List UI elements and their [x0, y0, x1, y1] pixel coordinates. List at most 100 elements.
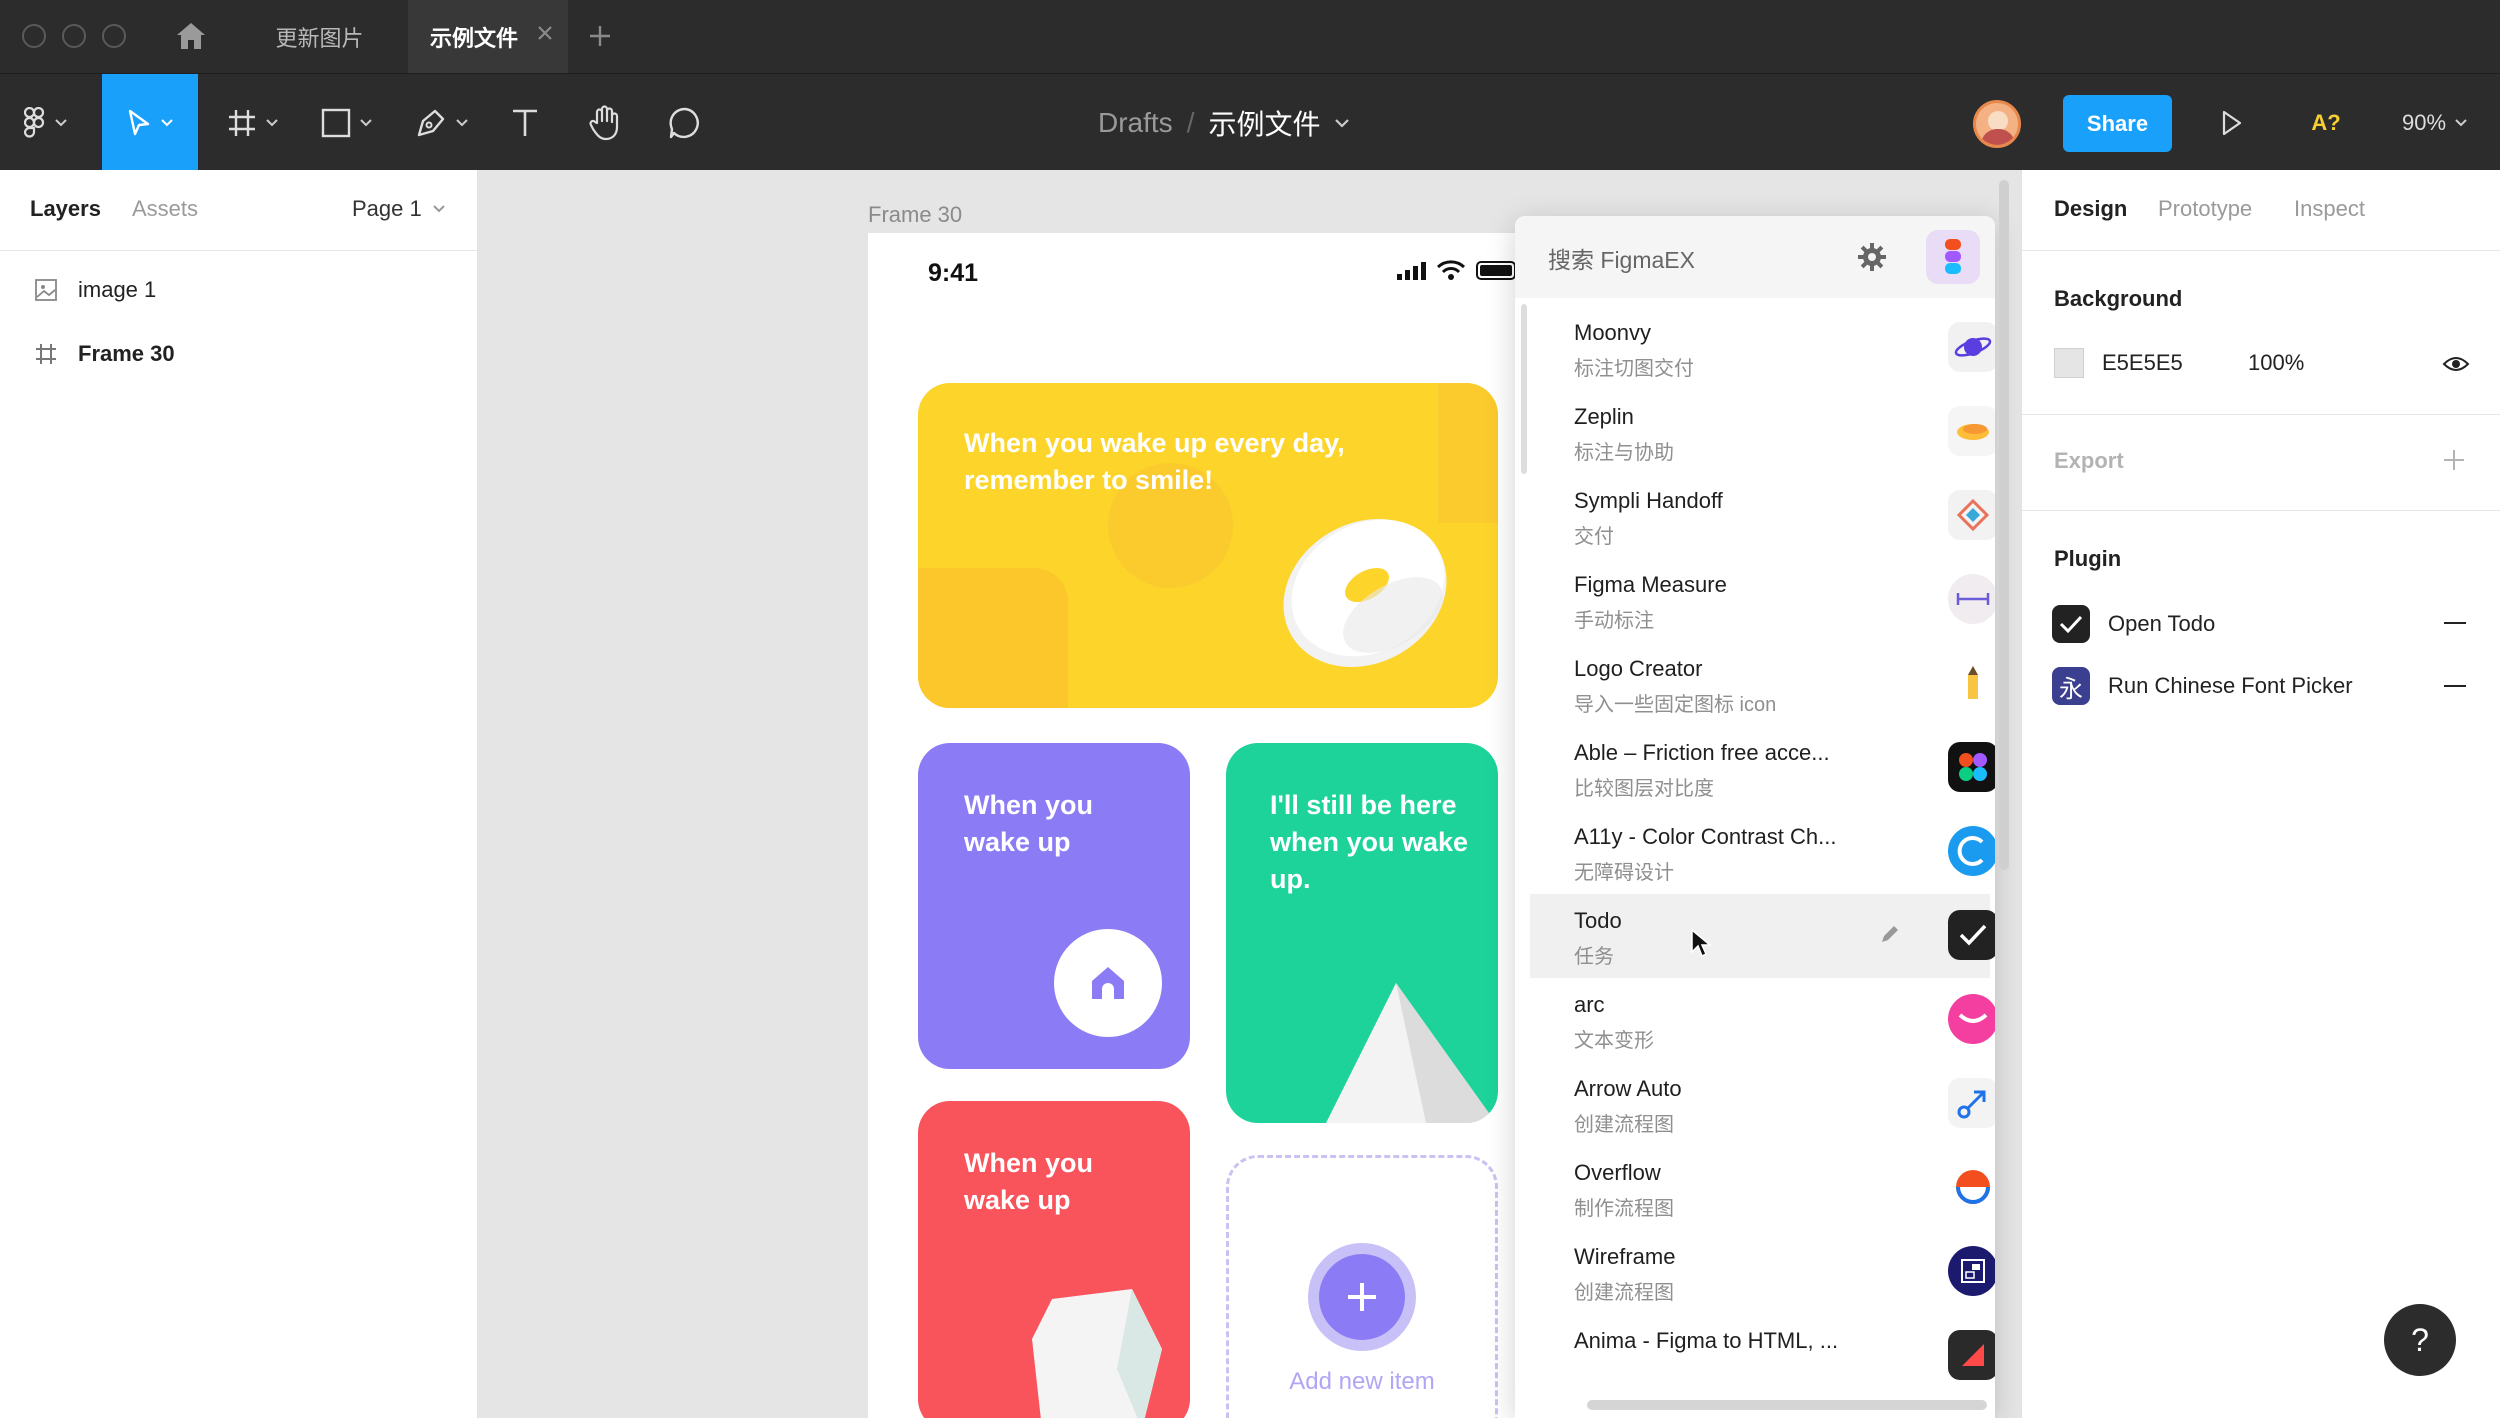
comment-tool-button[interactable] — [658, 74, 712, 171]
home-icon[interactable] — [1054, 929, 1162, 1037]
plugin-title: Plugin — [2054, 546, 2122, 571]
layer-row[interactable]: image 1 — [0, 262, 478, 318]
toolbar: Drafts / 示例文件 Share A? 90% — [0, 73, 2500, 171]
plugin-item[interactable]: Anima - Figma to HTML, ... — [1530, 1314, 1995, 1398]
avatar[interactable] — [1973, 100, 2021, 148]
plugin-item[interactable]: Zeplin 标注与协助 — [1530, 390, 1995, 474]
share-button[interactable]: Share — [2063, 95, 2172, 152]
maximize-window-button[interactable] — [102, 24, 126, 48]
new-tab-icon[interactable] — [588, 24, 612, 53]
plugin-desc: 比较图层对比度 — [1574, 778, 1714, 800]
add-new-item-card[interactable]: Add new item — [1226, 1155, 1498, 1418]
popup-scroll-indicator[interactable] — [1521, 304, 1527, 474]
plugin-item[interactable]: arc 文本变形 — [1530, 978, 1995, 1062]
smile-card[interactable]: When you wake up every day, remember to … — [918, 383, 1498, 708]
remove-plugin-icon[interactable] — [2444, 685, 2466, 687]
plugin-item[interactable]: Logo Creator 导入一些固定图标 icon — [1530, 642, 1990, 726]
card-text: When you wake up — [964, 1148, 1093, 1215]
plugin-item[interactable]: Arrow Auto 创建流程图 — [1530, 1062, 1995, 1146]
help-button[interactable]: ? — [2384, 1304, 2456, 1376]
background-opacity-input[interactable]: 100% — [2248, 350, 2304, 376]
zoom-value: 90% — [2401, 109, 2447, 135]
tab-assets[interactable]: Assets — [132, 196, 198, 222]
eye-icon[interactable] — [2442, 354, 2470, 379]
plugin-desc: 标注与协助 — [1574, 442, 1674, 464]
background-swatch[interactable] — [2054, 348, 2084, 378]
plugin-item-selected[interactable]: Todo 任务 — [1530, 894, 1995, 978]
plugin-item[interactable]: Sympli Handoff 交付 — [1530, 474, 1995, 558]
chevron-down-icon[interactable] — [1334, 118, 1350, 128]
chevron-down-icon — [456, 118, 468, 126]
layer-row[interactable]: Frame 30 — [0, 326, 478, 382]
phone-frame[interactable]: 9:41 When you wake up every day, remembe… — [868, 233, 1556, 1418]
edit-pencil-icon[interactable] — [1878, 922, 1902, 951]
plugin-item[interactable]: Wireframe 创建流程图 — [1530, 1230, 1995, 1314]
plus-icon — [1319, 1254, 1405, 1340]
tab-inspect[interactable]: Inspect — [2294, 196, 2365, 222]
home-icon[interactable] — [174, 20, 208, 57]
tab-update-image[interactable]: 更新图片 — [232, 0, 407, 73]
frame-icon — [36, 344, 56, 364]
card-text: When you wake up — [964, 790, 1093, 857]
text-tool-button[interactable] — [498, 74, 552, 171]
background-hex-input[interactable]: E5E5E5 — [2102, 350, 2183, 376]
add-export-icon[interactable] — [2442, 448, 2466, 477]
still-here-card[interactable]: I'll still be here when you wake up. — [1226, 743, 1498, 1123]
shape-tool-button[interactable] — [312, 74, 382, 171]
breadcrumb-drafts[interactable]: Drafts — [1098, 107, 1173, 139]
plugin-chinese-font-picker[interactable]: 永 Run Chinese Font Picker — [2052, 666, 2472, 706]
card-text: When you wake up every day, remember to … — [964, 428, 1345, 495]
present-button[interactable] — [2210, 74, 2254, 171]
add-item-button[interactable] — [1308, 1243, 1416, 1351]
hand-tool-button[interactable] — [578, 74, 632, 171]
page-selector[interactable]: Page 1 — [352, 196, 446, 222]
file-name[interactable]: 示例文件 — [1208, 103, 1320, 143]
tab-prototype[interactable]: Prototype — [2158, 196, 2252, 222]
mouse-cursor-icon — [1690, 928, 1713, 963]
missing-fonts-button[interactable]: A? — [2300, 74, 2352, 171]
frame-tool-button[interactable] — [218, 74, 288, 171]
plugin-search-input[interactable]: 搜索 FigmaEX — [1548, 241, 1695, 275]
plugin-desc: 导入一些固定图标 icon — [1574, 694, 1777, 716]
page-name: Page 1 — [352, 196, 422, 221]
wifi-icon — [1436, 259, 1466, 286]
decor-shape — [1438, 383, 1498, 523]
arrow-auto-icon — [1948, 1078, 1995, 1128]
minimize-window-button[interactable] — [62, 24, 86, 48]
horizontal-scrollbar[interactable] — [1587, 1400, 1987, 1410]
wireframe-icon — [1948, 1246, 1995, 1296]
gear-icon[interactable] — [1857, 242, 1887, 277]
figmaex-logo-icon[interactable] — [1926, 230, 1980, 284]
wake-up-card[interactable]: When you wake up — [918, 743, 1190, 1069]
tab-design[interactable]: Design — [2054, 196, 2127, 222]
pen-tool-button[interactable] — [406, 74, 478, 171]
main-menu-button[interactable] — [16, 74, 76, 171]
move-tool-button[interactable] — [102, 74, 198, 171]
play-icon — [2222, 110, 2242, 135]
frame-label[interactable]: Frame 30 — [868, 202, 962, 228]
wake-up-card-red[interactable]: When you wake up — [918, 1101, 1190, 1418]
tab-example-file[interactable]: 示例文件 — [408, 0, 568, 73]
status-time: 9:41 — [928, 259, 979, 287]
layer-name: Frame 30 — [78, 341, 175, 366]
zoom-dropdown[interactable]: 90% — [2390, 74, 2480, 171]
vertical-scrollbar[interactable] — [1999, 180, 2009, 870]
close-window-button[interactable] — [22, 24, 46, 48]
plugin-item[interactable]: Moonvy 标注切图交付 — [1530, 306, 1995, 390]
plugin-name: Able – Friction free acce... — [1574, 740, 1830, 765]
plugin-name: Sympli Handoff — [1574, 488, 1723, 513]
plugin-item[interactable]: Able – Friction free acce... 比较图层对比度 — [1530, 726, 1995, 810]
breadcrumb-separator: / — [1186, 106, 1195, 138]
image-icon — [35, 279, 57, 301]
plugin-open-todo[interactable]: Open Todo — [2052, 604, 2472, 644]
plugin-item[interactable]: Figma Measure 手动标注 — [1530, 558, 1995, 642]
tab-layers[interactable]: Layers — [30, 196, 101, 222]
close-tab-icon[interactable] — [534, 22, 556, 50]
remove-plugin-icon[interactable] — [2444, 622, 2466, 624]
plugin-item[interactable]: Overflow 制作流程图 — [1530, 1146, 1990, 1230]
sympli-icon — [1948, 490, 1995, 540]
plugin-name: Todo — [1574, 908, 1622, 933]
plugin-item[interactable]: A11y - Color Contrast Ch... 无障碍设计 — [1530, 810, 1995, 894]
chevron-down-icon — [55, 118, 67, 126]
anima-icon — [1948, 1330, 1995, 1380]
